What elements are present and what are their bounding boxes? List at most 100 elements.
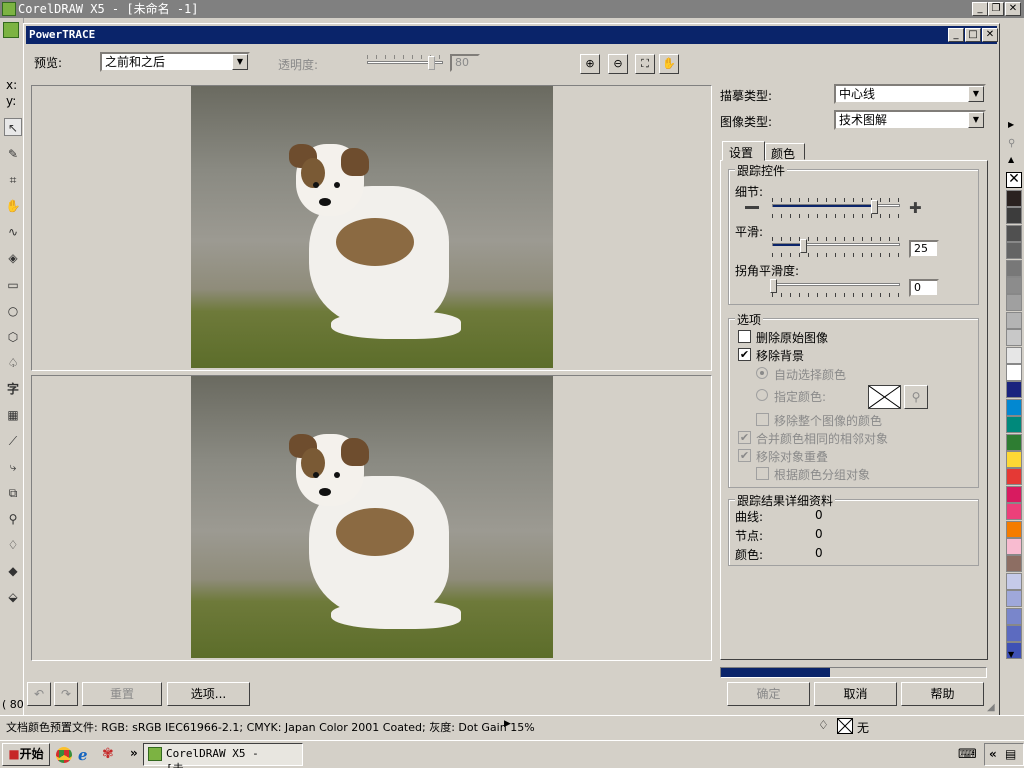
remove-overlap-checkbox[interactable]: ✔ — [738, 449, 751, 462]
zoom-out-icon[interactable]: ⊖ — [608, 54, 628, 74]
color-swatch[interactable] — [1006, 294, 1022, 312]
dimension-tool-icon[interactable]: ⟋ — [4, 432, 22, 450]
color-swatch[interactable] — [1006, 520, 1022, 538]
corner-value[interactable]: 0 — [909, 279, 939, 297]
help-button[interactable]: 帮助 — [901, 682, 984, 706]
color-swatch[interactable] — [1006, 207, 1022, 225]
app-close-button[interactable]: ✕ — [1005, 2, 1021, 16]
polygon-tool-icon[interactable]: ⬡ — [4, 328, 22, 346]
detail-plus-icon[interactable]: ✚ — [909, 199, 922, 217]
palette-scroll-down-icon[interactable]: ▲ — [1008, 155, 1014, 164]
smooth-slider[interactable] — [772, 237, 900, 257]
delete-original-checkbox[interactable] — [738, 330, 751, 343]
preview-before-pane[interactable] — [31, 85, 712, 371]
color-swatch[interactable] — [1006, 224, 1022, 242]
color-swatch[interactable] — [1006, 503, 1022, 521]
color-swatch[interactable] — [1006, 381, 1022, 399]
color-swatch[interactable] — [1006, 277, 1022, 294]
zoom-in-icon[interactable]: ⊕ — [580, 54, 600, 74]
palette-scroll-bottom-icon[interactable]: ▼ — [1008, 650, 1014, 659]
color-swatch[interactable] — [1006, 555, 1022, 573]
detail-slider[interactable] — [772, 198, 900, 218]
dialog-maximize-button[interactable]: □ — [965, 28, 981, 42]
color-swatch[interactable] — [1006, 590, 1022, 608]
color-swatch[interactable] — [1006, 190, 1022, 207]
text-tool-icon[interactable]: 字 — [4, 380, 22, 398]
color-swatch[interactable] — [1006, 485, 1022, 503]
ie-icon[interactable]: ℯ — [78, 746, 88, 764]
color-swatch[interactable] — [1006, 433, 1022, 451]
color-swatch[interactable] — [1006, 416, 1022, 434]
detail-minus-icon[interactable] — [745, 206, 759, 209]
palette-eyedropper-icon[interactable]: ⚲ — [1008, 138, 1015, 149]
remove-entire-image-color-checkbox[interactable] — [756, 413, 769, 426]
keyboard-icon[interactable]: ⌨ — [958, 747, 977, 762]
color-swatch[interactable] — [1006, 311, 1022, 329]
smart-fill-icon[interactable]: ◈ — [4, 249, 22, 267]
eyedropper-tool-icon[interactable]: ⚲ — [4, 510, 22, 528]
tab-color[interactable]: 颜色 — [765, 143, 805, 161]
options-button[interactable]: 选项... — [167, 682, 250, 706]
color-swatch[interactable] — [1006, 451, 1022, 468]
pan-hand-icon[interactable]: ✋ — [659, 54, 679, 74]
dialog-close-button[interactable]: ✕ — [982, 28, 998, 42]
palette-scroll-up-icon[interactable]: ▶ — [1008, 120, 1014, 129]
undo-icon[interactable]: ↶ — [27, 682, 51, 706]
auto-select-color-radio[interactable] — [756, 367, 768, 379]
ok-button[interactable]: 确定 — [727, 682, 810, 706]
table-tool-icon[interactable]: ▦ — [4, 406, 22, 424]
dialog-minimize-button[interactable]: _ — [948, 28, 964, 42]
corner-thumb[interactable] — [770, 279, 777, 293]
trace-type-select[interactable]: 中心线 ▼ — [834, 84, 986, 104]
no-color-swatch-icon[interactable]: ✕ — [1006, 172, 1022, 188]
specify-color-radio[interactable] — [756, 389, 768, 401]
smooth-thumb[interactable] — [800, 239, 807, 253]
ellipse-tool-icon[interactable]: ○ — [4, 302, 22, 320]
color-swatch[interactable] — [1006, 364, 1022, 381]
color-swatch[interactable] — [1006, 398, 1022, 416]
rectangle-tool-icon[interactable]: ▭ — [4, 276, 22, 294]
taskbar-task-coreldraw[interactable]: CorelDRAW X5 - [未... — [143, 743, 303, 768]
color-swatch[interactable] — [1006, 346, 1022, 364]
menu-icon[interactable] — [3, 22, 19, 38]
redo-icon[interactable]: ↷ — [54, 682, 78, 706]
basic-shapes-icon[interactable]: ♤ — [4, 354, 22, 372]
start-button[interactable]: ■开始 — [2, 743, 50, 766]
pan-tool-icon[interactable]: ✋ — [4, 197, 22, 215]
color-swatch[interactable] — [1006, 538, 1022, 555]
color-swatch[interactable] — [1006, 625, 1022, 642]
smooth-value[interactable]: 25 — [909, 240, 939, 258]
color-swatch[interactable] — [1006, 259, 1022, 277]
connector-tool-icon[interactable]: ⤷ — [4, 458, 22, 476]
cancel-button[interactable]: 取消 — [814, 682, 897, 706]
remove-background-checkbox[interactable]: ✔ — [738, 348, 751, 361]
shape-tool-icon[interactable]: ✎ — [4, 145, 22, 163]
color-swatch[interactable] — [1006, 242, 1022, 260]
app-maximize-button[interactable]: ❐ — [988, 2, 1004, 16]
preview-after-pane[interactable] — [31, 375, 712, 661]
chrome-icon[interactable] — [56, 747, 72, 763]
app-quicklaunch-icon[interactable]: ✾ — [102, 746, 114, 762]
tab-settings[interactable]: 设置 — [722, 141, 765, 161]
color-swatch[interactable] — [1006, 468, 1022, 486]
color-swatch[interactable] — [1006, 329, 1022, 347]
curve-tool-icon[interactable]: ∿ — [4, 223, 22, 241]
play-arrow-icon[interactable]: ▶ — [504, 719, 511, 729]
color-swatch[interactable] — [1006, 607, 1022, 625]
reset-button[interactable]: 重置 — [82, 682, 162, 706]
quicklaunch-more-icon[interactable]: » — [130, 746, 138, 760]
tray-expand-icon[interactable]: « — [989, 747, 997, 761]
fill-tool-icon[interactable]: ◆ — [4, 562, 22, 580]
resize-grip-icon[interactable]: ◢ — [987, 702, 995, 713]
preview-select[interactable]: 之前和之后 ▼ — [100, 52, 250, 72]
outline-pen-icon[interactable]: ♢ — [4, 536, 22, 554]
image-type-select[interactable]: 技术图解 ▼ — [834, 110, 986, 130]
pick-color-eyedropper-icon[interactable]: ⚲ — [904, 385, 928, 409]
app-minimize-button[interactable]: _ — [972, 2, 988, 16]
merge-adjacent-checkbox[interactable]: ✔ — [738, 431, 751, 444]
blend-tool-icon[interactable]: ⧉ — [4, 484, 22, 502]
pick-tool-icon[interactable]: ↖ — [4, 118, 22, 136]
interactive-fill-icon[interactable]: ⬙ — [4, 588, 22, 606]
network-icon[interactable]: ▤ — [1005, 747, 1016, 761]
group-by-color-checkbox[interactable] — [756, 467, 769, 480]
